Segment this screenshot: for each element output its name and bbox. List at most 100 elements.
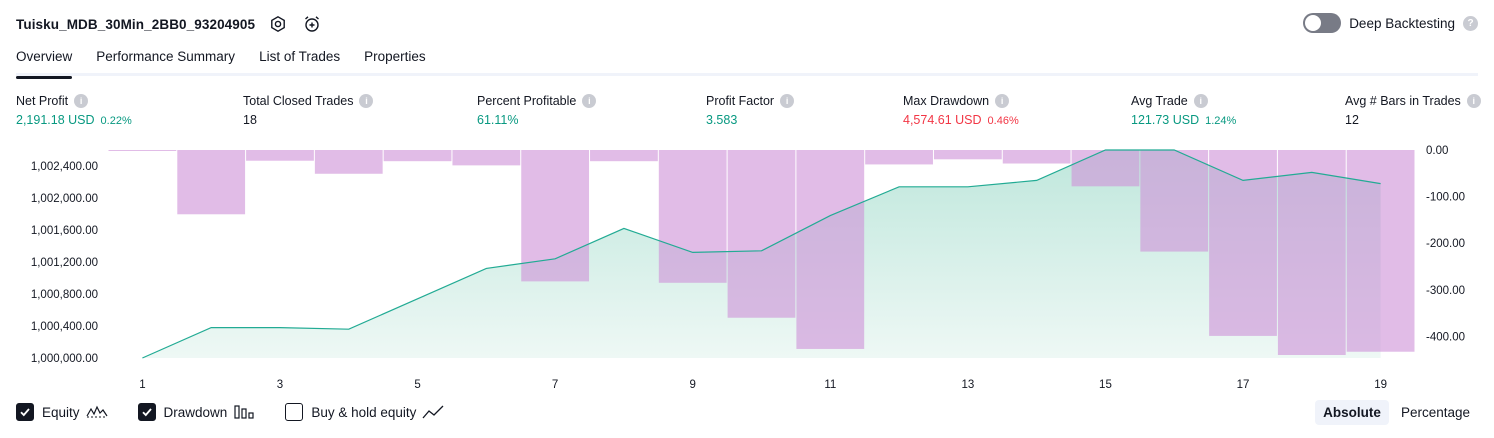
deep-backtesting-label: Deep Backtesting [1349,15,1455,31]
right-axis-tick: -300.00 [1426,285,1465,297]
buy-hold-line-icon [422,405,444,419]
drawdown-bar [383,150,452,162]
metric-value: 4,574.61 USD [903,113,982,127]
x-axis-tick: 1 [139,379,145,390]
x-axis-tick: 19 [1374,379,1387,390]
buy-hold-checkbox[interactable] [285,403,304,421]
drawdown-bar [246,150,314,161]
metric-value: 18 [243,113,257,127]
metric-value: 12 [1345,113,1359,127]
report-tabs: Overview Performance Summary List of Tra… [16,44,1478,79]
info-icon[interactable]: i [582,94,597,108]
right-axis-tick: -200.00 [1426,238,1465,250]
summary-metrics: Net Profit i 2,191.18 USD 0.22% Total Clos… [16,94,1481,130]
metric-value: 121.73 USD [1131,113,1200,127]
deep-backtesting-toggle[interactable] [1303,13,1342,33]
drawdown-bars-icon [234,405,254,419]
drawdown-bar [796,150,865,349]
x-axis-tick: 11 [824,379,836,390]
right-axis-tick: 0.00 [1426,145,1448,157]
legend-equity[interactable]: Equity [16,403,108,421]
drawdown-bar [658,150,727,283]
equity-wave-icon [86,405,108,418]
chart-canvas[interactable]: 1,000,000.00 1,000,400.00 1,000,800.00 1,00… [0,140,1494,390]
metric-value: 3.583 [706,113,738,127]
metric-value: 61.11% [477,113,519,127]
chart-legend: Equity Drawdown Buy & hold equity [16,403,474,421]
drawdown-bar [108,150,177,151]
metric-avg-trade: Avg Trade i 121.73 USD 1.24% [1131,94,1236,127]
drawdown-bar [1277,150,1346,355]
left-axis-tick: 1,000,400.00 [31,321,98,333]
equity-drawdown-chart[interactable]: 1,000,000.00 1,000,400.00 1,000,800.00 1,00… [0,140,1494,390]
x-axis-tick: 5 [414,379,420,390]
drawdown-bar [177,150,246,215]
x-axis-tick: 17 [1237,379,1250,390]
x-axis-tick: 13 [961,379,974,390]
x-axis-tick: 3 [277,379,283,390]
drawdown-bar [1071,150,1140,187]
x-axis-tick: 9 [690,379,696,390]
tab-properties[interactable]: Properties [364,44,426,76]
metric-percent: 1.24% [1205,115,1237,127]
tab-performance-summary[interactable]: Performance Summary [96,44,235,76]
metric-label: Avg Trade [1131,94,1188,108]
metric-percent: 0.46% [987,115,1019,127]
strategy-header: Tuisku_MDB_30Min_2BB0_93204905 [16,12,323,36]
drawdown-checkbox[interactable] [137,403,156,421]
drawdown-bar [865,150,933,165]
strategy-name: Tuisku_MDB_30Min_2BB0_93204905 [16,16,256,32]
info-icon[interactable]: i [1193,94,1208,108]
tab-list-of-trades[interactable]: List of Trades [259,44,340,76]
metric-label: Avg # Bars in Trades [1345,94,1461,108]
info-icon[interactable]: i [359,94,374,108]
checkmark-icon [141,408,152,417]
legend-drawdown[interactable]: Drawdown [137,403,256,421]
metric-percent: 0.22% [100,115,132,127]
right-axis-tick: -400.00 [1426,331,1465,343]
drawdown-bar [933,150,1002,160]
metric-label: Percent Profitable [477,94,577,108]
drawdown-bar [1140,150,1209,252]
metric-profit-factor: Profit Factor i 3.583 [706,94,795,127]
right-axis-tick: -100.00 [1426,192,1465,204]
percentage-button[interactable]: Percentage [1393,400,1478,425]
legend-buy-hold[interactable]: Buy & hold equity [285,403,444,421]
metric-avg-bars-in-trades: Avg # Bars in Trades i 12 [1345,94,1481,127]
left-axis-tick: 1,002,400.00 [31,161,98,173]
info-icon[interactable]: i [995,94,1010,108]
left-axis-tick: 1,001,200.00 [31,257,98,269]
left-axis-tick: 1,000,800.00 [31,289,98,301]
checkmark-icon [20,408,30,417]
metric-value: 2,191.18 USD [16,113,95,127]
legend-label: Equity [42,404,80,420]
equity-checkbox[interactable] [16,403,34,421]
drawdown-bar [727,150,796,318]
drawdown-bar [452,150,521,166]
info-icon[interactable]: i [74,94,89,108]
x-axis-tick: 15 [1099,379,1112,390]
metric-label: Net Profit [16,94,69,108]
info-icon[interactable]: i [1466,94,1481,108]
left-axis-tick: 1,001,600.00 [31,225,98,237]
metric-label: Profit Factor [706,94,775,108]
metric-total-closed-trades: Total Closed Trades i 18 [243,94,374,127]
absolute-button[interactable]: Absolute [1315,400,1389,425]
tab-overview[interactable]: Overview [16,44,73,79]
question-mark-icon[interactable]: ? [1463,15,1478,31]
metric-label: Max Drawdown [903,94,990,108]
info-icon[interactable]: i [780,94,795,108]
chart-mode-switch: Absolute Percentage [1315,400,1478,425]
deep-backtesting-control: Deep Backtesting ? [1303,13,1478,33]
metric-percent-profitable: Percent Profitable i 61.11% [477,94,597,127]
drawdown-bar [590,150,658,162]
alarm-clock-plus-icon[interactable] [301,13,323,35]
legend-label: Buy & hold equity [311,404,417,420]
toggle-knob [1305,15,1322,31]
legend-label: Drawdown [163,404,228,420]
left-axis-tick: 1,002,000.00 [31,193,98,205]
x-axis-tick: 7 [552,379,558,390]
left-axis-tick: 1,000,000.00 [31,353,98,365]
drawdown-bar [1002,150,1071,164]
settings-gear-icon[interactable] [267,13,289,35]
